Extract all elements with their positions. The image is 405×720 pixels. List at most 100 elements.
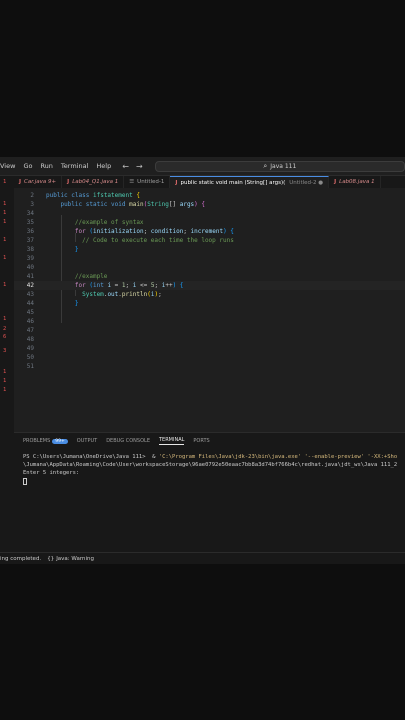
line-number: 36 bbox=[26, 228, 34, 235]
gutter-number: 1 bbox=[3, 369, 7, 375]
search-text: Java 111 bbox=[270, 162, 297, 170]
forward-arrow-icon[interactable]: → bbox=[136, 162, 143, 171]
code-line: 48 bbox=[14, 335, 405, 344]
tab-suffix: Untitled-2 ● bbox=[289, 179, 324, 186]
gutter-number: 1 bbox=[3, 237, 7, 243]
code-line: 35 //example of syntax bbox=[14, 218, 405, 227]
status-build-text: ing completed. bbox=[0, 555, 42, 562]
gutter-number: 1 bbox=[3, 201, 7, 207]
line-number: 2 bbox=[30, 192, 34, 199]
code-line: 47 bbox=[14, 326, 405, 335]
tab-label: Untitled-1 bbox=[137, 179, 165, 185]
editor-tabs: J Car.java 9+ J Lab04_Q1.java 1 ☰ Untitled-1 J… bbox=[14, 176, 405, 188]
panel-tab-ports[interactable]: PORTS bbox=[193, 438, 209, 444]
code-line: 42 for (int i = 1; i <= 5; i++) { bbox=[14, 281, 405, 290]
line-number: 38 bbox=[26, 246, 34, 253]
java-file-icon: J bbox=[19, 179, 22, 185]
terminal-cursor bbox=[23, 478, 27, 485]
code-line: 37 // Code to execute each time the loop… bbox=[14, 236, 405, 245]
line-number: 39 bbox=[26, 255, 34, 262]
menu-view[interactable]: View bbox=[0, 162, 15, 170]
java-warning-status[interactable]: Java: Warning bbox=[56, 556, 94, 562]
code-line: 43 System.out.println(i); bbox=[14, 290, 405, 299]
activity-gutter: 1 1 1 1 1 1 1 1 2 6 3 1 1 1 bbox=[0, 176, 14, 552]
gutter-number: 1 bbox=[3, 219, 7, 225]
gutter-number: 2 bbox=[3, 326, 7, 332]
code-line: 46 bbox=[14, 317, 405, 326]
code-line: 2 public class ifstatement { bbox=[14, 191, 405, 200]
code-editor[interactable]: 2 public class ifstatement {3 public stat… bbox=[14, 188, 405, 432]
code-text: //example bbox=[74, 273, 108, 280]
line-number: 42 bbox=[26, 282, 34, 289]
editor-tab[interactable]: ☰ Untitled-1 bbox=[124, 176, 171, 188]
code-text: public class ifstatement { bbox=[46, 192, 140, 199]
file-icon: ☰ bbox=[129, 179, 135, 185]
line-number: 48 bbox=[26, 336, 34, 343]
line-number: 40 bbox=[26, 264, 34, 271]
code-text: for (initialization; condition; incremen… bbox=[74, 228, 234, 235]
panel-tab-problems[interactable]: PROBLEMS 99+ bbox=[23, 438, 68, 444]
code-text: // Code to execute each time the loop ru… bbox=[82, 237, 234, 244]
status-bar: ing completed. {} Java: Warning bbox=[0, 552, 405, 564]
panel-tab-debug-console[interactable]: DEBUG CONSOLE bbox=[106, 438, 150, 444]
java-file-icon: J bbox=[67, 179, 70, 185]
code-line: 38 } bbox=[14, 245, 405, 254]
code-line: 51 bbox=[14, 362, 405, 371]
tab-label: Car.java 9+ bbox=[24, 179, 57, 185]
line-number: 44 bbox=[26, 300, 34, 307]
panel-tab-terminal[interactable]: TERMINAL bbox=[158, 437, 185, 445]
editor-tab[interactable]: J Lab08.java 1 bbox=[329, 176, 381, 188]
command-center-search[interactable]: ⌕ Java 111 bbox=[154, 160, 405, 172]
java-file-icon: J bbox=[334, 179, 337, 185]
search-icon: ⌕ bbox=[263, 161, 268, 170]
menu-run[interactable]: Run bbox=[40, 162, 52, 170]
code-line: 49 bbox=[14, 344, 405, 353]
terminal-line: \Jumana\AppData\Roaming\Code\User\worksp… bbox=[23, 462, 398, 468]
tab-label: public static void main (String[] args)( bbox=[180, 179, 286, 186]
line-number: 49 bbox=[26, 345, 34, 352]
line-number: 3 bbox=[30, 201, 34, 208]
line-number: 37 bbox=[26, 237, 34, 244]
line-number: 46 bbox=[26, 318, 34, 325]
gutter-number: 1 bbox=[3, 316, 7, 322]
code-line: 34 bbox=[14, 209, 405, 218]
line-number: 35 bbox=[26, 219, 34, 226]
line-number: 51 bbox=[26, 363, 34, 370]
code-line: 50 bbox=[14, 353, 405, 362]
braces-icon[interactable]: {} bbox=[47, 556, 54, 562]
line-number: 34 bbox=[26, 210, 34, 217]
terminal-panel[interactable]: PS C:\Users\Jumana\OneDrive\Java 111> & … bbox=[14, 449, 405, 552]
editor-tab[interactable]: J Car.java 9+ bbox=[14, 176, 63, 188]
gutter-number: 1 bbox=[3, 210, 7, 216]
code-line: 39 bbox=[14, 254, 405, 263]
code-line: 36 for (initialization; condition; incre… bbox=[14, 227, 405, 236]
code-line: 3 public static void main(String[] args)… bbox=[14, 200, 405, 209]
gutter-number: 1 bbox=[3, 255, 7, 261]
code-line: 41 //example bbox=[14, 272, 405, 281]
editor-tab[interactable]: J Lab04_Q1.java 1 bbox=[62, 176, 125, 188]
back-arrow-icon[interactable]: ← bbox=[122, 162, 129, 171]
terminal-line: PS C:\Users\Jumana\OneDrive\Java 111> & … bbox=[23, 454, 398, 460]
title-bar: View Go Run Terminal Help ← → ⌕ Java 111 bbox=[0, 157, 405, 175]
gutter-number: 1 bbox=[3, 387, 7, 393]
blank-bottom-area bbox=[0, 564, 405, 720]
java-file-icon: J bbox=[175, 179, 178, 186]
code-line: 44 } bbox=[14, 299, 405, 308]
menu-help[interactable]: Help bbox=[96, 162, 111, 170]
line-number: 41 bbox=[26, 273, 34, 280]
code-text: for (int i = 1; i <= 5; i++) { bbox=[74, 282, 184, 289]
gutter-number: 1 bbox=[3, 282, 7, 288]
blank-top-area bbox=[0, 0, 405, 157]
tab-label: Lab08.java 1 bbox=[339, 179, 375, 185]
editor-tab[interactable]: Jpublic static void main (String[] args)… bbox=[170, 176, 330, 188]
code-text: } bbox=[74, 300, 79, 307]
gutter-number: 6 bbox=[3, 334, 7, 340]
tab-label: Lab04_Q1.java 1 bbox=[72, 179, 119, 185]
panel-tab-output[interactable]: OUTPUT bbox=[77, 438, 97, 444]
line-number: 45 bbox=[26, 309, 34, 316]
menu-terminal[interactable]: Terminal bbox=[61, 162, 88, 170]
menu-go[interactable]: Go bbox=[23, 162, 32, 170]
panel-tabs: PROBLEMS 99+ OUTPUT DEBUG CONSOLE TERMINAL PO… bbox=[14, 432, 405, 449]
line-number: 47 bbox=[26, 327, 34, 334]
gutter-number: 1 bbox=[3, 179, 7, 185]
